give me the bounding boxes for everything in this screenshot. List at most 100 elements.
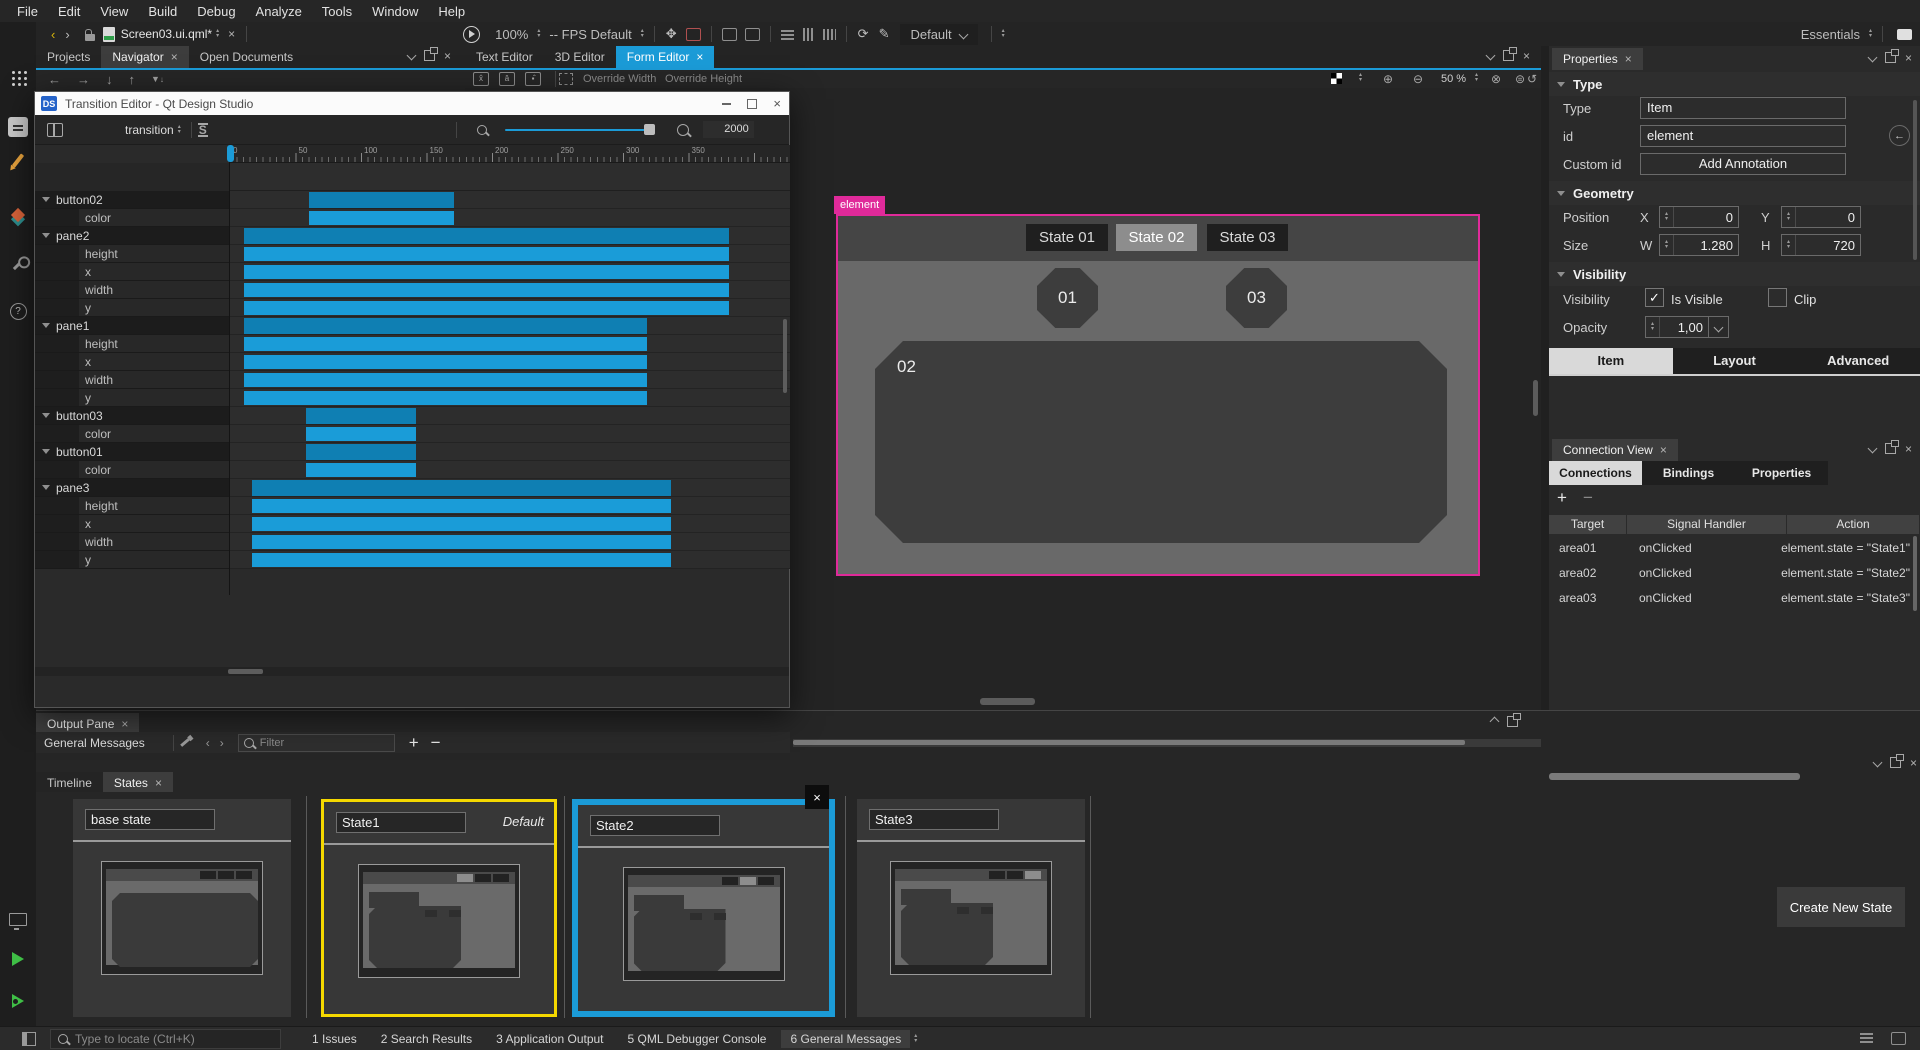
section-type[interactable]: Type	[1549, 72, 1920, 96]
tab-timeline[interactable]: Timeline	[36, 772, 103, 794]
state-name-input[interactable]: base state	[85, 809, 215, 830]
track-row-y[interactable]	[230, 389, 790, 407]
pane-02[interactable]: 02	[875, 341, 1447, 543]
layout-row-icon[interactable]	[781, 29, 794, 40]
timeline-bar[interactable]	[309, 192, 454, 208]
opacity-spinbox[interactable]: ▴▾1,00	[1645, 316, 1709, 338]
easing-curve-icon[interactable]: S	[198, 123, 208, 137]
track-label-color[interactable]: color	[35, 209, 230, 227]
reset-view-icon[interactable]: ↺	[1527, 72, 1537, 86]
octagon-button-03[interactable]: 03	[1226, 268, 1287, 328]
track-row-width[interactable]	[230, 533, 790, 551]
state-thumbnail[interactable]	[101, 861, 263, 975]
track-label-pane2[interactable]: pane2	[35, 227, 230, 245]
maximize-icon[interactable]	[747, 99, 757, 109]
track-row-height[interactable]	[230, 335, 790, 353]
timeline-vscrollbar[interactable]	[783, 319, 787, 393]
state-name-input[interactable]: State1	[336, 812, 466, 833]
state-name-input[interactable]: State3	[869, 809, 999, 830]
tab-states[interactable]: States×	[103, 772, 173, 794]
status-button-6[interactable]: 6 General Messages	[781, 1030, 910, 1048]
zoom-out-timeline-icon[interactable]	[477, 125, 487, 135]
track-row-button02[interactable]	[230, 191, 790, 209]
state-card-State2[interactable]: State2×	[572, 799, 835, 1017]
connection-row[interactable]: area01onClickedelement.state = "State1"	[1549, 538, 1920, 560]
properties-scrollbar[interactable]	[1913, 100, 1917, 260]
fps-spinner-icon[interactable]: ▴▾	[641, 29, 644, 39]
welcome-mode-icon[interactable]	[7, 66, 29, 88]
timeline-bar[interactable]	[244, 301, 729, 315]
track-label-width[interactable]: width	[35, 281, 230, 299]
timeline-bar[interactable]	[252, 517, 671, 531]
octagon-button-01[interactable]: 01	[1037, 268, 1098, 328]
canvas-state-button-1[interactable]: State 01	[1026, 224, 1108, 251]
nav-left-icon[interactable]: ←	[48, 72, 61, 87]
tab-navigator[interactable]: Navigator×	[101, 46, 188, 68]
is-visible-checkbox[interactable]: ✓	[1645, 288, 1664, 307]
locator-input[interactable]: Type to locate (Ctrl+K)	[50, 1029, 281, 1049]
state-card-State1[interactable]: State1Default	[321, 799, 557, 1017]
document-spinner-icon[interactable]: ▴▾	[216, 29, 219, 39]
debug-mode-icon[interactable]	[7, 204, 29, 226]
y-spinbox[interactable]: ▴▾0	[1781, 206, 1861, 228]
output-hscrollbar[interactable]	[793, 739, 1541, 747]
status-button-5[interactable]: 5 QML Debugger Console	[619, 1030, 776, 1048]
track-label-button02[interactable]: button02	[35, 191, 230, 209]
feedback-chat-icon[interactable]	[1897, 29, 1912, 40]
element-root-item[interactable]: State 01State 02State 03 01 03 02	[836, 214, 1480, 576]
connection-tab-bindings[interactable]: Bindings	[1642, 461, 1735, 485]
track-row-x[interactable]	[230, 353, 790, 371]
track-label-button03[interactable]: button03	[35, 407, 230, 425]
tab-text-editor[interactable]: Text Editor	[465, 46, 544, 68]
layout-grid-icon[interactable]	[823, 29, 836, 40]
kit-selector[interactable]: Essentials	[1796, 27, 1865, 42]
timeline-bar[interactable]	[252, 553, 671, 567]
state-card-base-state[interactable]: base state	[73, 799, 291, 1017]
canvas-state-button-2[interactable]: State 02	[1116, 224, 1197, 251]
timeline-zoom-slider[interactable]	[505, 129, 655, 131]
properties-tab-item[interactable]: Item	[1549, 348, 1673, 374]
track-row-width[interactable]	[230, 281, 790, 299]
zoom-out-output-button[interactable]: −	[431, 733, 441, 753]
lock-icon[interactable]	[85, 34, 95, 41]
prev-output-icon[interactable]: ‹	[206, 736, 210, 750]
track-label-x[interactable]: x	[35, 353, 230, 371]
h-spinbox[interactable]: ▴▾720	[1781, 234, 1861, 256]
menu-debug[interactable]: Debug	[188, 2, 244, 21]
toggle-left-sidebar-icon[interactable]	[22, 1032, 36, 1046]
timeline-bar[interactable]	[244, 373, 647, 387]
clip-checkbox[interactable]	[1768, 288, 1787, 307]
menu-build[interactable]: Build	[139, 2, 186, 21]
track-row-x[interactable]	[230, 263, 790, 281]
zoom-out-icon[interactable]: ⊖	[1413, 72, 1423, 86]
rotate-icon[interactable]: ⟳	[853, 26, 874, 42]
tab-connection-view[interactable]: Connection View×	[1552, 439, 1678, 461]
edit-mode-icon[interactable]	[7, 116, 29, 138]
connection-row[interactable]: area03onClickedelement.state = "State3"	[1549, 588, 1920, 610]
track-row-color[interactable]	[230, 209, 790, 227]
track-row-width[interactable]	[230, 371, 790, 389]
track-label-x[interactable]: x	[35, 515, 230, 533]
zoom-in-timeline-icon[interactable]	[677, 124, 689, 136]
timeline-bar[interactable]	[306, 408, 416, 424]
menu-tools[interactable]: Tools	[313, 2, 361, 21]
track-row-pane3[interactable]	[230, 479, 790, 497]
show-bounds-icon[interactable]	[722, 28, 737, 41]
override-width-field[interactable]: Override Width	[583, 73, 656, 85]
zoom-fit-icon[interactable]: ⊜	[1515, 72, 1525, 86]
transition-spinner-icon[interactable]: ▴▾	[178, 125, 181, 135]
timeline-bar[interactable]	[252, 535, 671, 549]
add-annotation-button[interactable]: Add Annotation	[1640, 153, 1846, 175]
output-pane-spinner-icon[interactable]: ▴▾	[914, 1034, 917, 1044]
capture-frame-icon[interactable]	[686, 28, 701, 41]
states-dock-controls[interactable]: ×	[1874, 757, 1917, 768]
track-label-x[interactable]: x	[35, 263, 230, 281]
track-row-color[interactable]	[230, 425, 790, 443]
kit-spinner-icon[interactable]: ▴▾	[1869, 29, 1872, 39]
show-boundaries-icon[interactable]	[559, 73, 573, 85]
timeline-bar[interactable]	[244, 265, 729, 279]
editor-dock-controls[interactable]: ×	[1487, 50, 1530, 61]
status-button-2[interactable]: 2 Search Results	[372, 1030, 481, 1048]
background-spinner-icon[interactable]: ▴▾	[1359, 73, 1362, 83]
menu-edit[interactable]: Edit	[49, 2, 89, 21]
